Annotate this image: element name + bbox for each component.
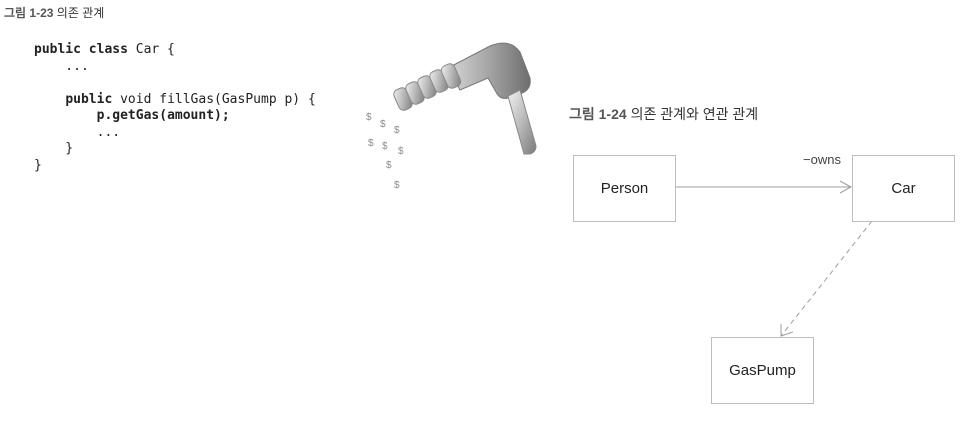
association-label: −owns [803,152,841,167]
dependency-line [780,220,873,337]
uml-connectors [675,180,873,337]
class-box-person: Person [573,155,676,222]
class-name: Person [600,180,649,197]
class-box-car: Car [852,155,955,222]
class-name: Car [891,180,916,197]
class-name: GasPump [729,362,796,379]
class-box-gaspump: GasPump [711,337,814,404]
